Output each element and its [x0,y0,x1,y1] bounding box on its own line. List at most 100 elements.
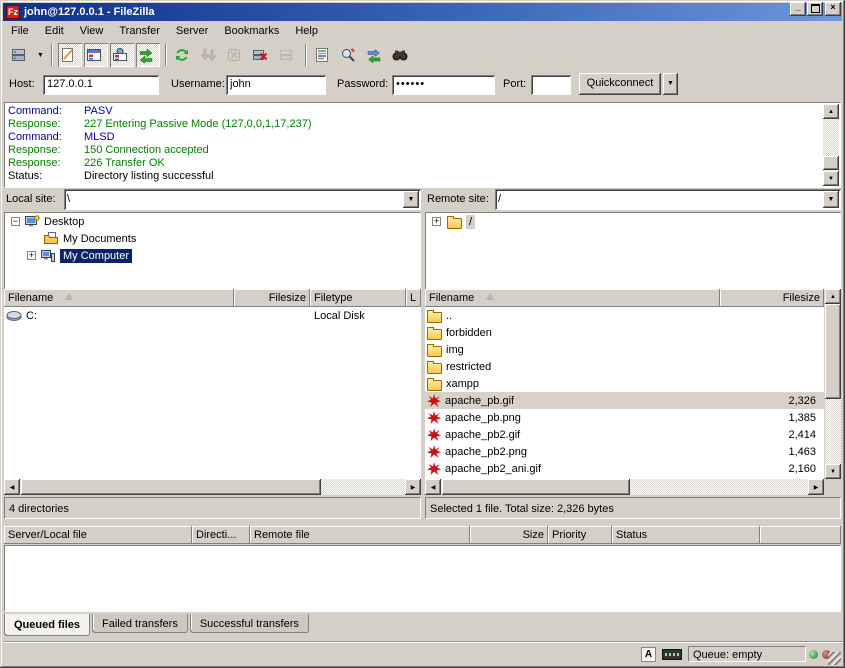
remote-horizontal-scrollbar[interactable]: ◀ ▶ [425,479,824,495]
file-row[interactable]: forbidden [425,324,824,341]
scrollbar-thumb[interactable] [825,304,841,399]
scroll-left-button[interactable]: ◀ [425,479,441,495]
find-files-button[interactable] [390,43,414,67]
tree-item-root[interactable]: + / [426,213,840,230]
file-row[interactable]: xampp [425,375,824,392]
status-bar: A Queue: empty [3,641,842,666]
host-input[interactable]: 127.0.0.1 [43,75,159,95]
toolbar: ▼ [3,41,842,69]
username-input[interactable]: john [226,75,326,95]
sync-browsing-icon [366,47,382,63]
scrollbar-thumb[interactable] [442,479,630,495]
local-horizontal-scrollbar[interactable]: ◀ ▶ [4,479,421,495]
site-manager-button[interactable] [9,43,33,67]
remote-file-list[interactable]: .. forbidden img restricted xampp apache… [425,307,824,479]
title-bar[interactable]: Fz john@127.0.0.1 - FileZilla [3,3,842,21]
menu-item-bookmarks[interactable]: Bookmarks [216,22,287,40]
remote-vertical-scrollbar[interactable]: ▲ ▼ [825,289,841,479]
column-header-lastmodified[interactable]: L [406,289,421,307]
column-header-filetype[interactable]: Filetype [310,289,406,307]
menu-item-file[interactable]: File [3,22,37,40]
file-row[interactable]: apache_pb2_ani.gif2,160 [425,460,824,477]
tab-queued-files[interactable]: Queued files [4,614,90,636]
combo-dropdown-button[interactable]: ▼ [403,191,419,208]
queue-column-priority[interactable]: Priority [548,526,612,544]
expand-icon[interactable]: + [432,217,441,226]
site-manager-icon [11,47,27,63]
column-header-filesize[interactable]: Filesize [234,289,310,307]
file-row[interactable]: restricted [425,358,824,375]
password-input[interactable]: •••••• [392,75,495,95]
column-header-filename[interactable]: Filename [4,289,234,307]
toggle-transfer-queue-button[interactable] [136,43,160,67]
site-manager-dropdown-button[interactable]: ▼ [34,43,47,67]
file-row-c-drive[interactable]: C: Local Disk [4,307,421,324]
queue-column-size[interactable]: Size [470,526,548,544]
file-row[interactable]: apache_pb2.png1,463 [425,443,824,460]
app-icon[interactable]: Fz [6,5,20,19]
speed-limit-indicator-icon[interactable] [662,649,682,660]
transfer-type-indicator-icon[interactable]: A [641,647,656,662]
local-site-combobox[interactable]: \ ▼ [64,189,421,210]
toggle-remote-tree-button[interactable] [110,43,134,67]
column-header-filesize[interactable]: Filesize [720,289,824,307]
expand-icon[interactable]: + [27,251,36,260]
message-log[interactable]: Command:PASV Response:227 Entering Passi… [4,102,841,188]
directory-listing-filters-button[interactable] [312,43,336,67]
tab-failed-transfers[interactable]: Failed transfers [92,614,188,633]
remote-list-header: Filename Filesize [425,289,824,307]
minimize-button[interactable]: _ [790,2,806,16]
local-directory-tree[interactable]: − Desktop My Documents + My Computer [4,212,421,290]
remote-directory-tree[interactable]: + / [425,212,841,290]
tree-item-desktop[interactable]: − Desktop [5,213,420,230]
collapse-icon[interactable]: − [11,217,20,226]
refresh-button[interactable] [172,43,196,67]
close-button[interactable]: × [825,2,841,16]
resize-grip[interactable] [828,652,841,665]
scroll-up-button[interactable]: ▲ [825,289,841,304]
directory-comparison-button[interactable] [338,43,362,67]
scroll-right-button[interactable]: ▶ [405,479,421,495]
queue-column-server-local-file[interactable]: Server/Local file [4,526,192,544]
scroll-right-button[interactable]: ▶ [808,479,824,495]
scroll-up-button[interactable]: ▲ [823,104,839,119]
menu-item-server[interactable]: Server [168,22,216,40]
tree-item-my-computer[interactable]: + My Computer [5,247,420,264]
scrollbar-thumb[interactable] [823,156,839,170]
maximize-button[interactable] [807,2,823,16]
remote-status-text: Selected 1 file. Total size: 2,326 bytes [425,497,841,519]
scroll-left-button[interactable]: ◀ [4,479,20,495]
column-header-filename[interactable]: Filename [425,289,720,307]
image-file-icon [427,445,441,459]
queue-list[interactable] [4,545,841,612]
chevron-down-icon: ▼ [408,196,415,203]
file-row[interactable]: apache_pb2.gif2,414 [425,426,824,443]
queue-column-remote-file[interactable]: Remote file [250,526,470,544]
synchronized-browsing-button[interactable] [364,43,388,67]
disconnect-button[interactable] [250,43,274,67]
file-row[interactable]: apache_pb.png1,385 [425,409,824,426]
quickconnect-dropdown-button[interactable]: ▼ [663,73,678,95]
file-row[interactable]: .. [425,307,824,324]
tab-successful-transfers[interactable]: Successful transfers [190,614,309,633]
file-row[interactable]: img [425,341,824,358]
remote-site-combobox[interactable]: / ▼ [495,189,841,210]
log-vertical-scrollbar[interactable]: ▲ ▼ [823,104,839,186]
local-file-list[interactable]: C: Local Disk [4,307,421,479]
menu-item-help[interactable]: Help [287,22,326,40]
combo-dropdown-button[interactable]: ▼ [823,191,839,208]
toggle-local-tree-button[interactable] [84,43,108,67]
scroll-down-button[interactable]: ▼ [823,171,839,186]
menu-item-transfer[interactable]: Transfer [111,22,168,40]
file-row-selected[interactable]: apache_pb.gif2,326 [425,392,824,409]
menu-item-edit[interactable]: Edit [37,22,72,40]
toggle-message-log-button[interactable] [58,43,82,67]
quickconnect-button[interactable]: Quickconnect [579,73,661,95]
queue-column-direction[interactable]: Directi... [192,526,250,544]
port-input[interactable] [531,75,571,95]
scroll-down-button[interactable]: ▼ [825,464,841,479]
scrollbar-thumb[interactable] [21,479,321,495]
menu-item-view[interactable]: View [72,22,112,40]
tree-item-my-documents[interactable]: My Documents [5,230,420,247]
queue-column-status[interactable]: Status [612,526,760,544]
